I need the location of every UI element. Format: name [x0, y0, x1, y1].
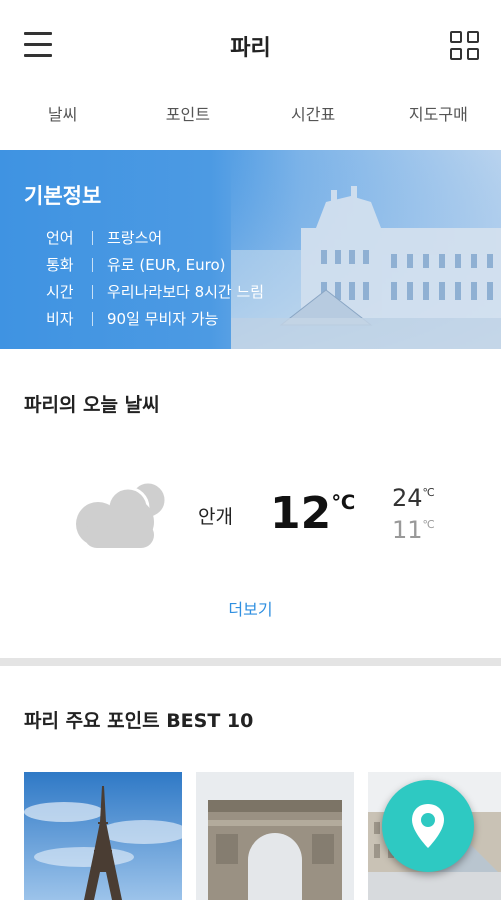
weather-more-link[interactable]: 더보기: [0, 596, 501, 620]
cloud-icon: [76, 480, 168, 548]
eiffel-tower-photo: [24, 772, 182, 900]
grid-icon[interactable]: [450, 31, 480, 61]
app-header: 파리: [0, 0, 501, 92]
info-value: 프랑스어: [107, 229, 163, 247]
basic-info-title: 기본정보: [24, 184, 102, 208]
info-value: 유로 (EUR, Euro): [107, 256, 226, 274]
basic-info-list: 언어 프랑스어 통화 유로 (EUR, Euro) 시간 우리나라보다 8시간 …: [46, 224, 264, 332]
tab-points[interactable]: 포인트: [125, 92, 250, 150]
louvre-illustration: [231, 150, 501, 349]
points-section-title: 파리 주요 포인트 BEST 10: [24, 710, 254, 732]
weather-section-title: 파리의 오늘 날씨: [24, 394, 160, 416]
info-key: 시간: [46, 283, 74, 301]
current-temperature: 12℃: [270, 488, 356, 539]
low-temperature: 11℃: [392, 516, 435, 544]
weather-condition: 안개: [198, 506, 233, 528]
basic-info-banner: 기본정보 언어 프랑스어 통화 유로 (EUR, Euro) 시간 우리나라보다…: [0, 150, 501, 349]
info-value: 우리나라보다 8시간 느림: [107, 283, 265, 301]
info-row-visa: 비자 90일 무비자 가능: [46, 305, 264, 332]
info-key: 비자: [46, 310, 74, 328]
tab-bar: 날씨 포인트 시간표 지도구매: [0, 92, 501, 150]
arc-de-triomphe-photo: [196, 772, 354, 900]
tab-weather[interactable]: 날씨: [0, 92, 125, 150]
point-card-eiffel-tower[interactable]: [24, 772, 182, 900]
divider: [92, 284, 93, 299]
info-key: 언어: [46, 229, 74, 247]
info-row-time: 시간 우리나라보다 8시간 느림: [46, 278, 264, 305]
divider: [92, 257, 93, 272]
map-location-button[interactable]: [382, 780, 474, 872]
tab-map-purchase[interactable]: 지도구매: [376, 92, 501, 150]
info-key: 통화: [46, 256, 74, 274]
map-pin-icon: [412, 804, 444, 848]
info-row-currency: 통화 유로 (EUR, Euro): [46, 251, 264, 278]
info-row-language: 언어 프랑스어: [46, 224, 264, 251]
divider: [92, 311, 93, 326]
high-temperature: 24℃: [392, 484, 435, 512]
page-title: 파리: [230, 36, 271, 61]
tab-timetable[interactable]: 시간표: [251, 92, 376, 150]
divider: [92, 230, 93, 245]
info-value: 90일 무비자 가능: [107, 310, 219, 328]
section-divider: [0, 658, 501, 666]
point-card-arc-de-triomphe[interactable]: [196, 772, 354, 900]
